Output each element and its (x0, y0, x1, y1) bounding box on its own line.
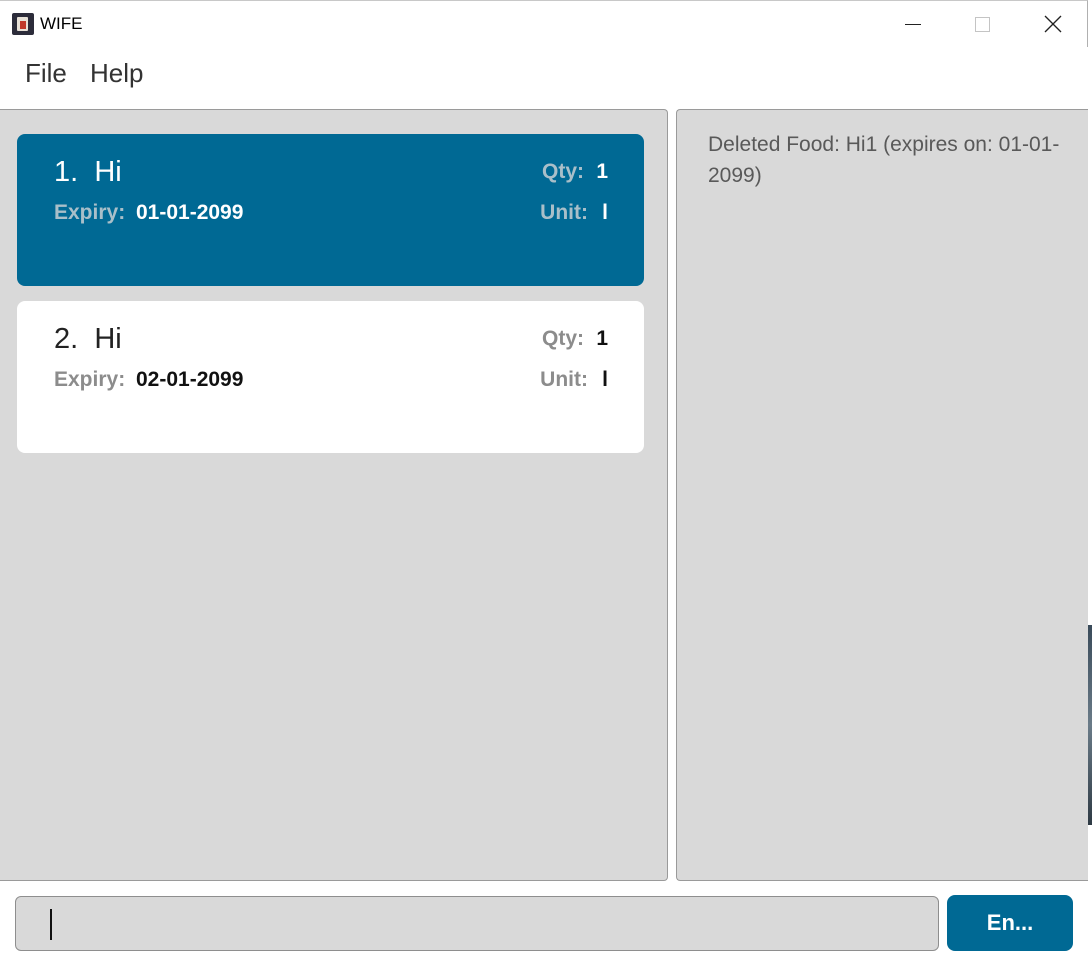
food-list-panel[interactable]: 1. Hi Expiry: 01-01-2099 Qty: 1 Unit: l … (0, 109, 668, 881)
close-button[interactable] (1018, 1, 1088, 47)
expiry-value: 01-01-2099 (136, 201, 244, 224)
food-card-2[interactable]: 2. Hi Expiry: 02-01-2099 Qty: 1 Unit: l (17, 301, 644, 453)
qty-value: 1 (596, 160, 608, 183)
expiry-value: 02-01-2099 (136, 368, 244, 391)
minimize-icon (905, 23, 921, 25)
minimize-button[interactable] (878, 1, 948, 47)
text-caret (50, 909, 52, 940)
unit-label: Unit: (540, 368, 588, 391)
title-bar[interactable]: WIFE (0, 1, 1088, 47)
main-area: 1. Hi Expiry: 01-01-2099 Qty: 1 Unit: l … (0, 107, 1088, 966)
app-logo-icon (12, 13, 34, 35)
menu-file[interactable]: File (25, 58, 67, 89)
command-input[interactable] (15, 896, 939, 951)
qty-value: 1 (596, 327, 608, 350)
result-message: Deleted Food: Hi1 (expires on: 01-01-209… (708, 133, 1060, 187)
food-card-1[interactable]: 1. Hi Expiry: 01-01-2099 Qty: 1 Unit: l (17, 134, 644, 286)
maximize-icon (974, 16, 990, 32)
maximize-button[interactable] (947, 1, 1017, 47)
qty-label: Qty: (542, 327, 584, 350)
expiry-label: Expiry: (54, 201, 126, 224)
expiry-label: Expiry: (54, 368, 126, 391)
app-window: WIFE File Help 1. Hi Expiry: 01-01-2099 … (0, 0, 1088, 966)
qty-label: Qty: (542, 160, 584, 183)
close-icon (1044, 15, 1062, 33)
desktop-background-edge (1088, 0, 1092, 966)
window-title: WIFE (40, 14, 83, 33)
food-name: 2. Hi (54, 323, 122, 355)
menu-help[interactable]: Help (90, 58, 143, 89)
menu-bar: File Help (0, 47, 1088, 107)
unit-value: l (602, 201, 608, 224)
unit-label: Unit: (540, 201, 588, 224)
unit-value: l (602, 368, 608, 391)
food-name: 1. Hi (54, 156, 122, 188)
result-display-panel: Deleted Food: Hi1 (expires on: 01-01-209… (676, 109, 1088, 881)
enter-button[interactable]: En... (947, 895, 1073, 951)
